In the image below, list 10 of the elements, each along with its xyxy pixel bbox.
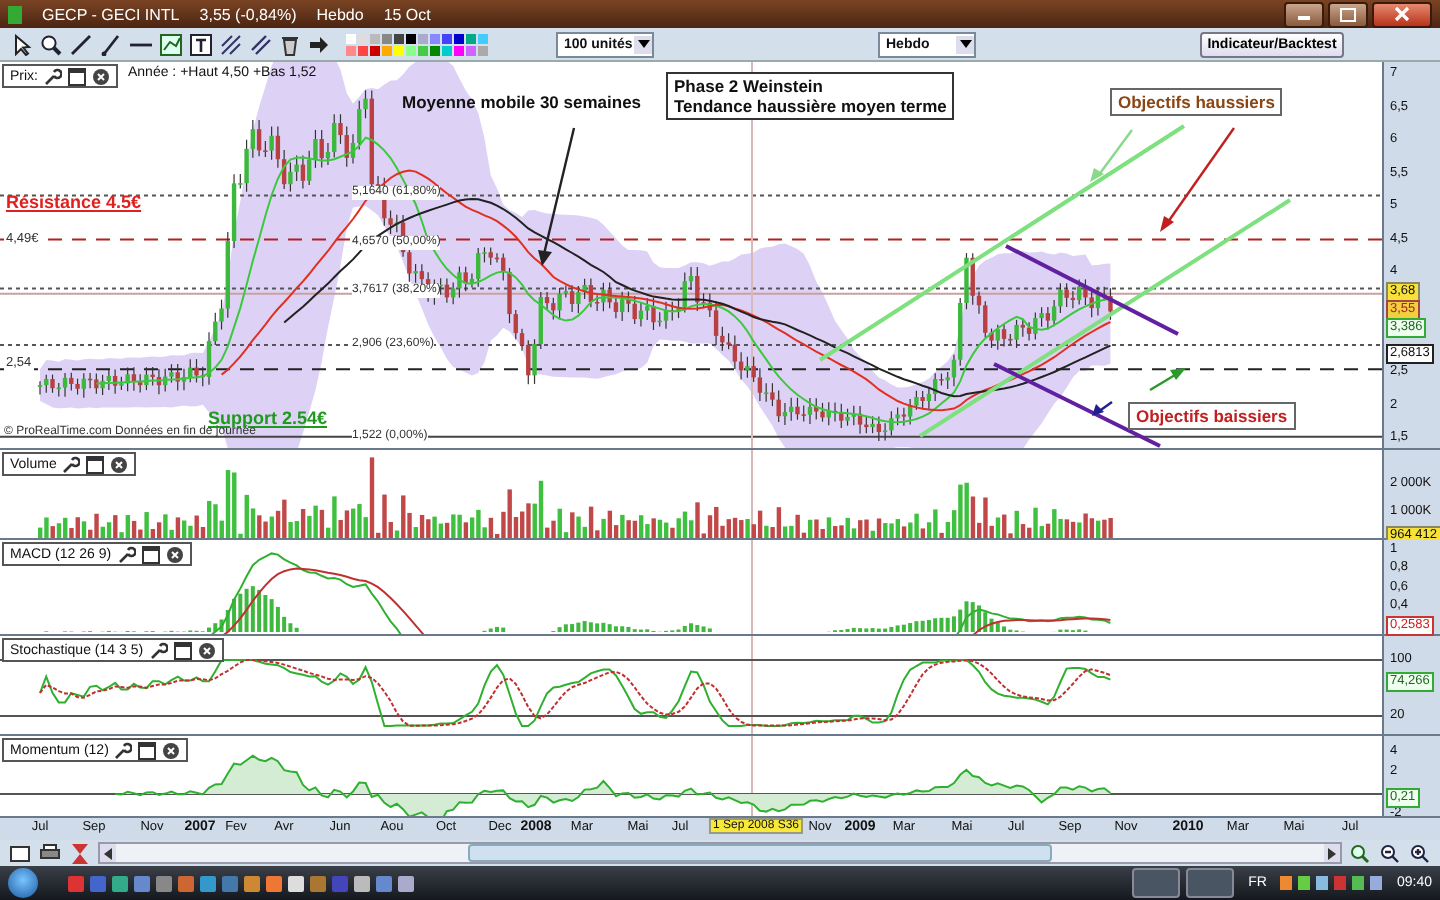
period-text: Hebdo [316, 5, 364, 23]
window-title: GECP - GECI INTL [42, 5, 180, 23]
chart-annotation: Résistance 4.5€ [4, 190, 144, 214]
chart-annotation: Moyenne mobile 30 semaines [400, 90, 644, 114]
chart-annotation: Objectifs haussiers [1110, 88, 1283, 116]
quote-text: 3,55 (-0,84%) [199, 5, 297, 23]
chart-annotation: Objectifs baissiers [1128, 402, 1296, 430]
note-text: Tendance haussière moyen terme [674, 96, 947, 116]
note-text: Phase 2 Weinstein [674, 76, 825, 96]
date-text: 15 Oct [383, 5, 431, 23]
